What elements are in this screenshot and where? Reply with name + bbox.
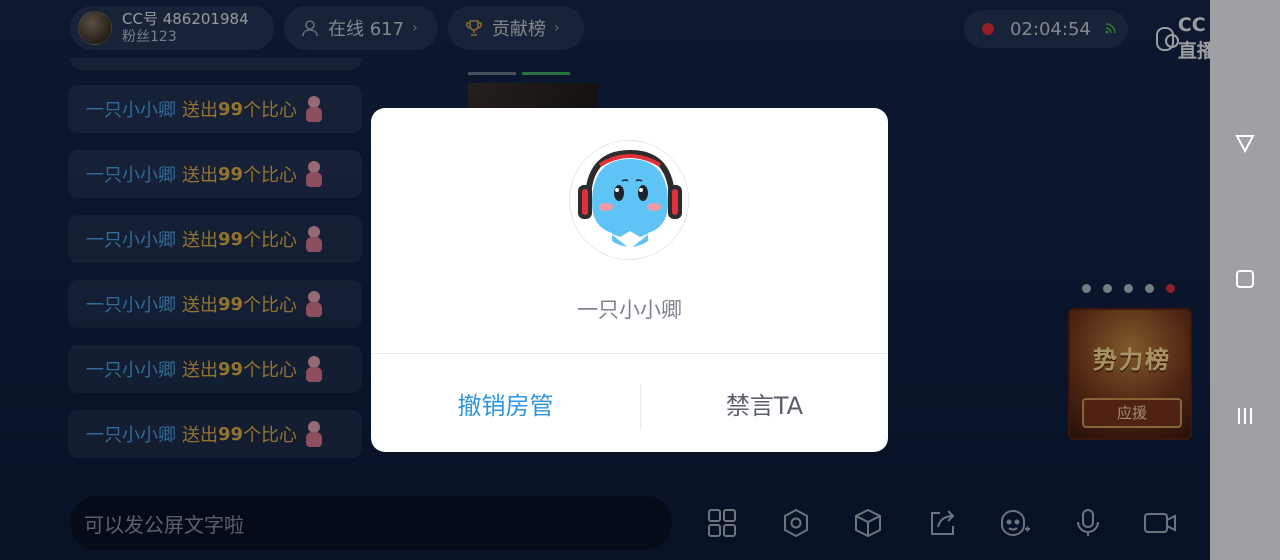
- system-nav-bar: [1210, 0, 1280, 560]
- user-action-dialog: 一只小小卿 撤销房管 禁言TA: [371, 108, 888, 452]
- revoke-admin-button[interactable]: 撤销房管: [371, 354, 640, 452]
- user-avatar: [569, 140, 689, 260]
- recents-icon[interactable]: [1230, 401, 1260, 431]
- mute-user-button[interactable]: 禁言TA: [641, 354, 888, 452]
- back-triangle-icon[interactable]: [1230, 128, 1260, 158]
- user-name: 一只小小卿: [577, 298, 682, 322]
- home-square-icon[interactable]: [1230, 264, 1260, 294]
